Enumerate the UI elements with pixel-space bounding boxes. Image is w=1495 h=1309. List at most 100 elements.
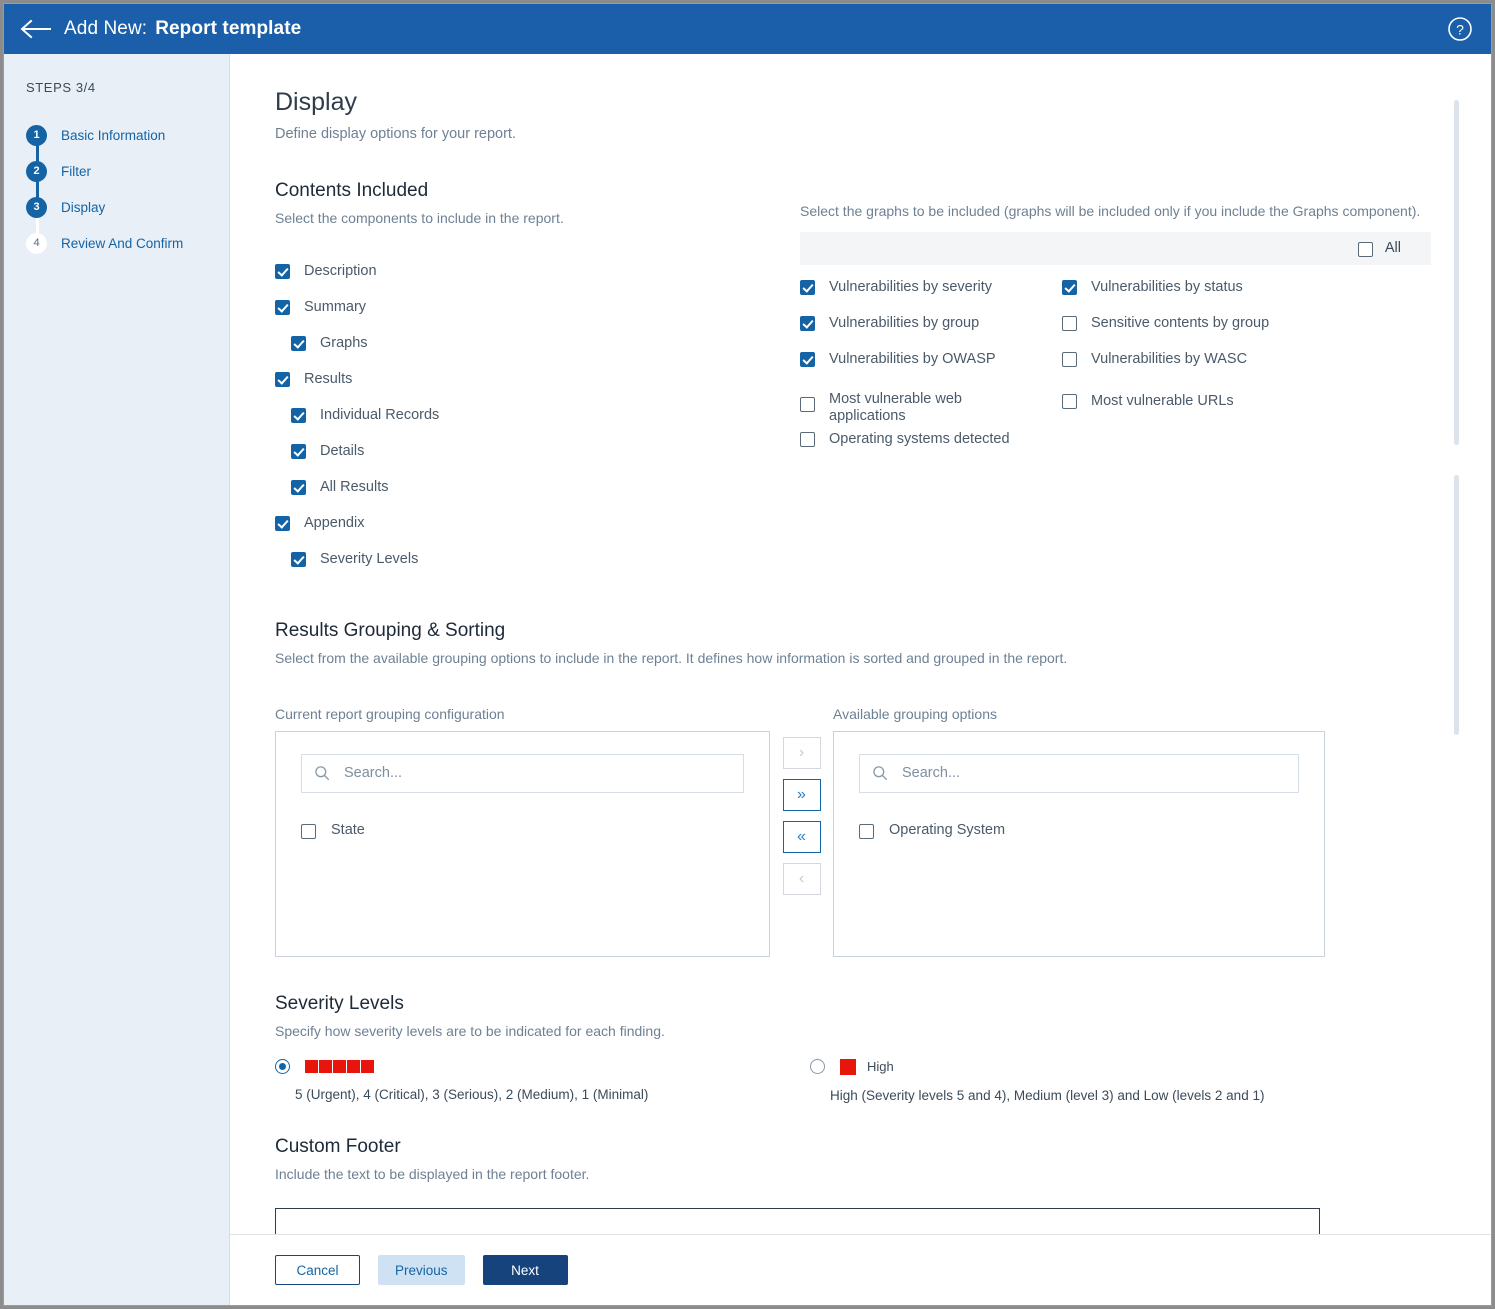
- checkbox-row-graphs[interactable]: Graphs: [275, 334, 800, 370]
- checkbox-details[interactable]: [291, 444, 306, 460]
- back-arrow-icon[interactable]: [20, 17, 54, 41]
- body-row: STEPS 3/4 1 Basic Information 2 Filter 3…: [4, 54, 1491, 1305]
- checkbox-label: Vulnerabilities by OWASP: [829, 351, 996, 367]
- checkbox-results[interactable]: [275, 372, 290, 388]
- graphs-description: Select the graphs to be included (graphs…: [800, 203, 1421, 219]
- next-button[interactable]: Next: [482, 1255, 568, 1285]
- move-right-button[interactable]: ›: [782, 736, 821, 769]
- checkbox-most-vulnerable-urls[interactable]: [1062, 394, 1077, 409]
- checkbox-summary[interactable]: [275, 300, 290, 316]
- step-number: 2: [26, 160, 47, 182]
- severity-named-row[interactable]: High: [810, 1058, 1431, 1075]
- checkbox-row-vulnerabilities-by-group[interactable]: Vulnerabilities by group: [800, 313, 1062, 349]
- step-number: 1: [26, 124, 47, 146]
- radio-severity-named[interactable]: [810, 1059, 825, 1075]
- sidebar-step-review-and-confirm[interactable]: 4 Review And Confirm: [26, 225, 229, 261]
- severity-heading: Severity Levels: [275, 992, 404, 1014]
- previous-button[interactable]: Previous: [378, 1255, 465, 1285]
- checkbox-row-details[interactable]: Details: [275, 442, 800, 478]
- checkbox-row-vulnerabilities-by-wasc[interactable]: Vulnerabilities by WASC: [1062, 349, 1431, 385]
- move-all-left-button[interactable]: «: [782, 820, 821, 853]
- checkbox-row-vulnerabilities-by-severity[interactable]: Vulnerabilities by severity: [800, 277, 1062, 313]
- checkbox-vulnerabilities-by-status[interactable]: [1062, 280, 1077, 295]
- available-grouping-search[interactable]: [859, 753, 1299, 793]
- checkbox-state[interactable]: [301, 823, 316, 839]
- current-grouping-search-input[interactable]: [342, 764, 731, 783]
- step-label: Display: [61, 199, 106, 215]
- custom-footer-textarea[interactable]: [275, 1208, 1320, 1234]
- graphs-all-bar[interactable]: All: [800, 232, 1431, 265]
- scrollbar-thumb[interactable]: [1454, 100, 1459, 445]
- checkbox-row-results[interactable]: Results: [275, 370, 800, 406]
- contents-subtitle: Select the components to include in the …: [275, 210, 564, 226]
- available-grouping-label: Available grouping options: [833, 705, 997, 722]
- checkbox-sensitive-contents-by-group[interactable]: [1062, 316, 1077, 331]
- checkbox-label: Sensitive contents by group: [1091, 315, 1270, 331]
- content: Display Define display options for your …: [230, 88, 1491, 1234]
- current-grouping-label: Current report grouping configuration: [275, 705, 505, 722]
- checkbox-vulnerabilities-by-severity[interactable]: [800, 280, 815, 295]
- checkbox-row-severity-levels[interactable]: Severity Levels: [275, 550, 800, 586]
- grouping-item-state[interactable]: State: [301, 821, 744, 840]
- window-title-prefix: Add New:: [64, 18, 148, 39]
- cancel-button[interactable]: Cancel: [275, 1255, 360, 1285]
- checkbox-row-appendix[interactable]: Appendix: [275, 514, 800, 550]
- step-label: Filter: [61, 163, 91, 179]
- sidebar-step-basic-information[interactable]: 1 Basic Information: [26, 117, 229, 163]
- checkbox-row-most-vulnerable-web-applications[interactable]: Most vulnerable web applications: [800, 385, 1062, 429]
- checkbox-all-results[interactable]: [291, 480, 306, 496]
- checkbox-row-vulnerabilities-by-owasp[interactable]: Vulnerabilities by OWASP: [800, 349, 1062, 385]
- checkbox-label: Results: [304, 371, 353, 388]
- checkbox-vulnerabilities-by-group[interactable]: [800, 316, 815, 331]
- checkbox-vulnerabilities-by-owasp[interactable]: [800, 352, 815, 367]
- custom-footer-section: Custom Footer Include the text to be dis…: [275, 1136, 1431, 1234]
- checkbox-row-description[interactable]: Description: [275, 262, 800, 298]
- severity-option-named: High High (Severity levels 5 and 4), Med…: [810, 1058, 1431, 1103]
- checkbox-row-vulnerabilities-by-status[interactable]: Vulnerabilities by status: [1062, 277, 1431, 313]
- checkbox-severity-levels[interactable]: [291, 552, 306, 568]
- checkbox-row-most-vulnerable-urls[interactable]: Most vulnerable URLs: [1062, 385, 1431, 429]
- checkbox-individual-records[interactable]: [291, 408, 306, 424]
- main-panel: Display Define display options for your …: [230, 54, 1491, 1305]
- checkbox-description[interactable]: [275, 264, 290, 280]
- checkbox-row-operating-systems-detected[interactable]: Operating systems detected: [800, 429, 1062, 465]
- help-circle-icon[interactable]: ?: [1447, 16, 1473, 42]
- checkbox-row-summary[interactable]: Summary: [275, 298, 800, 334]
- custom-footer-subtitle: Include the text to be displayed in the …: [275, 1165, 590, 1182]
- checkbox-row-all-results[interactable]: All Results: [275, 478, 800, 514]
- step-label: Review And Confirm: [61, 235, 184, 251]
- grouping-item-operating-system[interactable]: Operating System: [859, 821, 1299, 840]
- transfer-buttons: › » « ‹: [770, 706, 833, 895]
- custom-footer-heading: Custom Footer: [275, 1135, 401, 1157]
- severity-numeric-row[interactable]: [275, 1058, 810, 1074]
- sidebar-step-display[interactable]: 3 Display: [26, 189, 229, 235]
- available-grouping-panel: Operating System: [833, 730, 1325, 957]
- severity-option-numeric: 5 (Urgent), 4 (Critical), 3 (Serious), 2…: [275, 1058, 810, 1103]
- sidebar-step-filter[interactable]: 2 Filter: [26, 153, 229, 199]
- custom-footer-textarea-wrap: [275, 1208, 1431, 1234]
- checkbox-all-graphs[interactable]: [1357, 242, 1373, 257]
- available-grouping-search-input[interactable]: [900, 764, 1286, 783]
- checkbox-appendix[interactable]: [275, 516, 290, 532]
- checkbox-operating-systems-detected[interactable]: [800, 432, 815, 447]
- checkbox-row-individual-records[interactable]: Individual Records: [275, 406, 800, 442]
- checkbox-vulnerabilities-by-wasc[interactable]: [1062, 352, 1077, 367]
- step-label: Basic Information: [61, 127, 166, 143]
- scrollbar-thumb-secondary[interactable]: [1454, 475, 1459, 735]
- current-grouping-panel-wrap: Current report grouping configuration Se…: [275, 706, 770, 957]
- graphs-column-left: Vulnerabilities by severity Vulnerabilit…: [800, 277, 1062, 465]
- checkbox-row-sensitive-contents-by-group[interactable]: Sensitive contents by group: [1062, 313, 1431, 349]
- step-number: 3: [26, 196, 47, 218]
- checkbox-most-vulnerable-web-applications[interactable]: [800, 397, 815, 412]
- severity-named-caption: High (Severity levels 5 and 4), Medium (…: [830, 1087, 1265, 1103]
- checkbox-label: Most vulnerable URLs: [1091, 393, 1234, 409]
- current-grouping-search[interactable]: [301, 753, 744, 793]
- checkbox-graphs[interactable]: [291, 336, 306, 352]
- search-icon: [873, 766, 888, 781]
- checkbox-operating-system[interactable]: [859, 823, 874, 839]
- radio-severity-numeric[interactable]: [275, 1058, 290, 1074]
- move-left-button[interactable]: ‹: [782, 862, 821, 895]
- move-all-right-button[interactable]: »: [782, 778, 821, 811]
- scroll-area: Display Define display options for your …: [230, 54, 1491, 1234]
- vertical-scrollbar[interactable]: [1454, 90, 1459, 1234]
